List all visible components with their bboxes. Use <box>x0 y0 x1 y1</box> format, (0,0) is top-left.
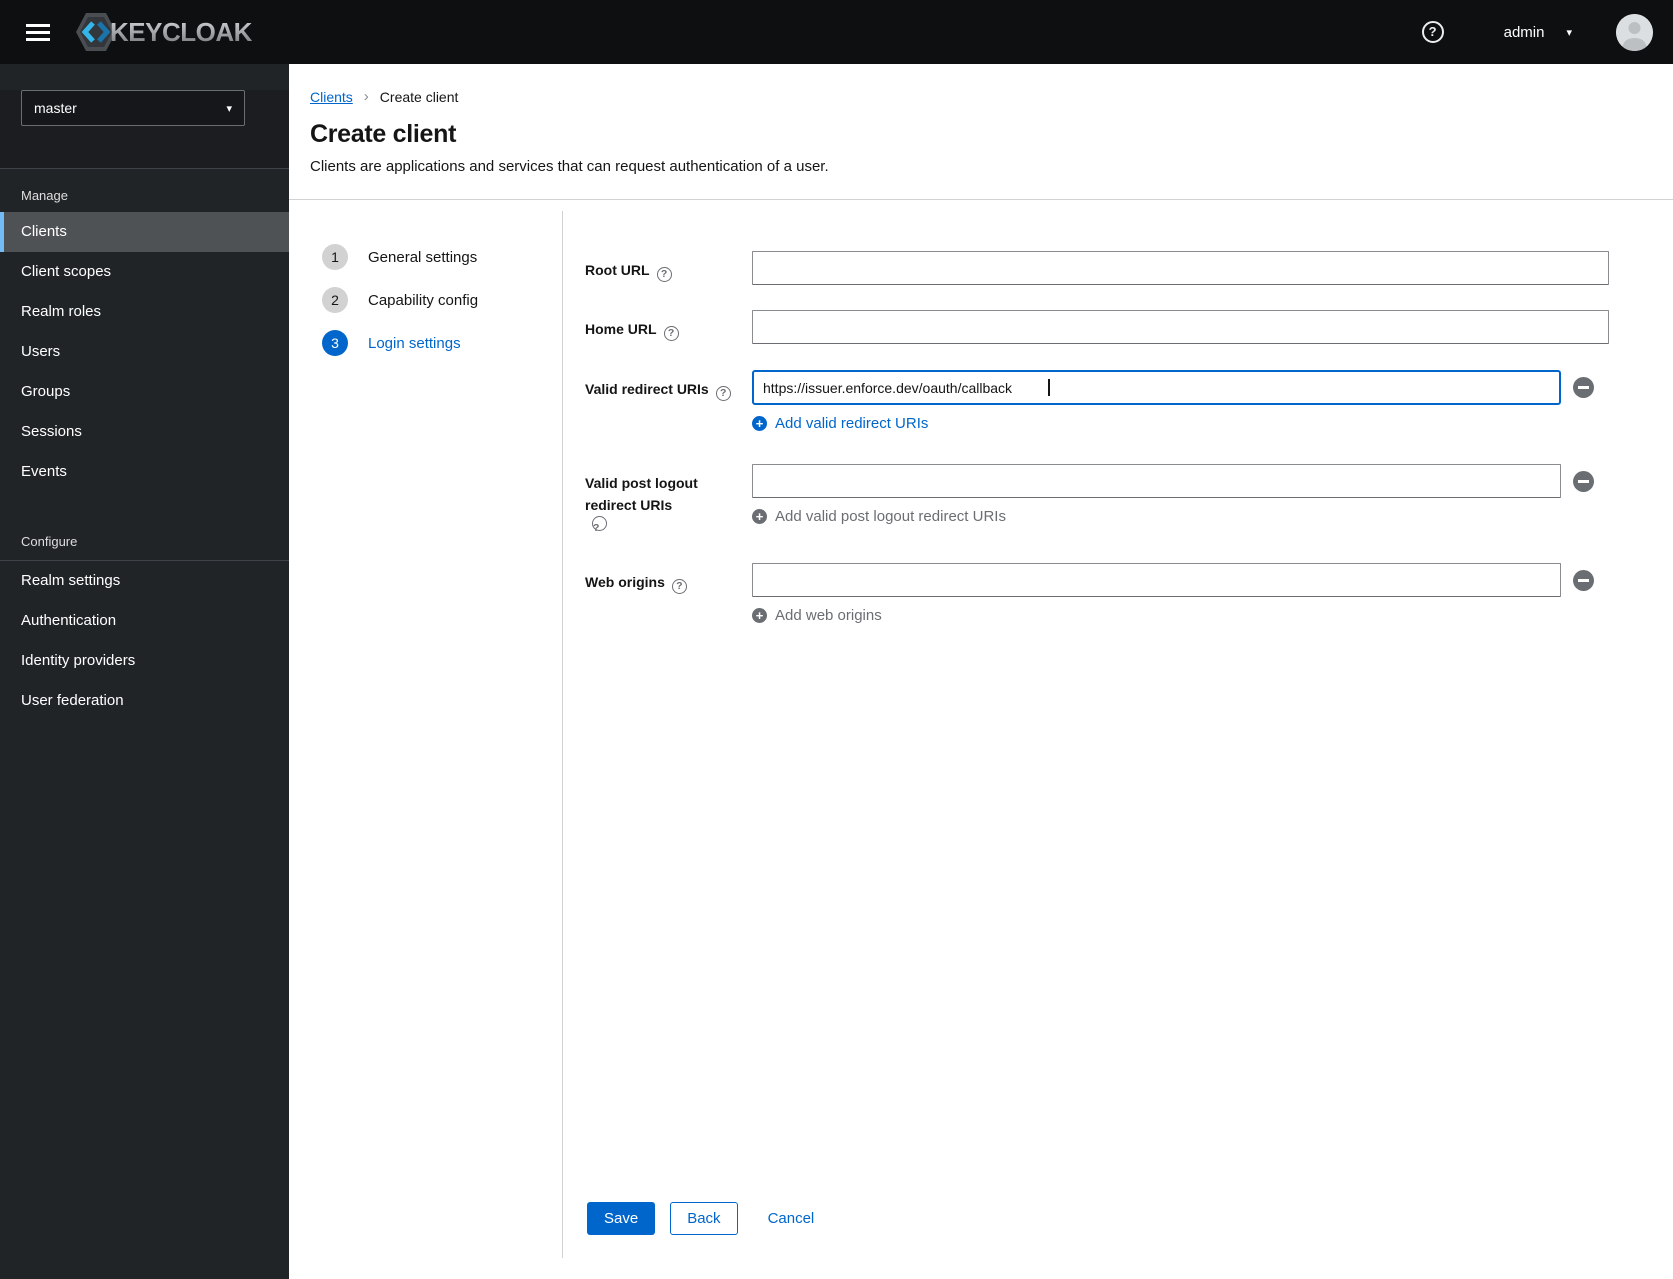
user-menu[interactable]: admin ▾ <box>1504 24 1572 41</box>
page-title: Create client <box>310 120 457 148</box>
remove-post-logout-uri-button[interactable] <box>1573 471 1594 492</box>
chevron-down-icon: ▾ <box>1566 26 1572 39</box>
sidebar-item-groups[interactable]: Groups <box>0 372 289 412</box>
step-label: Login settings <box>368 334 461 352</box>
plus-circle-icon: + <box>752 509 767 524</box>
sidebar-item-sessions[interactable]: Sessions <box>0 412 289 452</box>
realm-name: master <box>34 100 77 116</box>
save-button[interactable]: Save <box>587 1202 656 1235</box>
web-origins-row: Web origins? + Add web origins <box>585 563 1673 624</box>
step-number: 2 <box>322 287 348 313</box>
valid-post-logout-redirect-uris-row: Valid post logout redirect URIs? + Add v… <box>585 464 1673 534</box>
plus-circle-icon: + <box>752 608 767 623</box>
valid-redirect-uris-label: Valid redirect URIs? <box>585 370 752 432</box>
home-url-label: Home URL? <box>585 310 752 344</box>
help-icon[interactable]: ? <box>715 385 731 401</box>
remove-redirect-uri-button[interactable] <box>1573 377 1594 398</box>
user-silhouette-icon <box>1616 13 1653 51</box>
nav-section-configure: Configure <box>21 534 78 549</box>
keycloak-logo: KEYCLOAK <box>76 10 252 54</box>
root-url-input[interactable] <box>752 251 1609 285</box>
main-content: Clients › Create client Create client Cl… <box>289 64 1673 1279</box>
sidebar-nav: Manage Clients Client scopes Realm roles… <box>0 188 289 721</box>
back-button[interactable]: Back <box>670 1202 738 1235</box>
root-url-label: Root URL? <box>585 251 752 285</box>
sidebar: master ▾ Manage Clients Client scopes Re… <box>0 64 289 1279</box>
breadcrumb-current: Create client <box>379 88 459 105</box>
remove-web-origin-button[interactable] <box>1573 570 1594 591</box>
realm-selector[interactable]: master ▾ <box>21 90 245 126</box>
masthead: KEYCLOAK ? admin ▾ <box>0 0 1673 64</box>
step-label: Capability config <box>368 291 479 309</box>
wizard-step-general-settings[interactable]: 1 General settings <box>322 244 562 270</box>
sidebar-item-identity-providers[interactable]: Identity providers <box>0 641 289 681</box>
help-icon[interactable]: ? <box>671 578 687 594</box>
page-header: Clients › Create client Create client Cl… <box>289 64 1673 200</box>
brand-text: KEYCLOAK <box>110 16 252 47</box>
add-valid-post-logout-redirect-uris-button[interactable]: + Add valid post logout redirect URIs <box>752 508 1006 525</box>
home-url-input[interactable] <box>752 310 1609 344</box>
sidebar-item-clients[interactable]: Clients <box>0 212 289 252</box>
step-label: General settings <box>368 248 478 266</box>
sidebar-item-events[interactable]: Events <box>0 452 289 492</box>
breadcrumb-separator-icon: › <box>363 88 369 105</box>
wizard-step-login-settings[interactable]: 3 Login settings <box>322 330 562 356</box>
web-origins-label: Web origins? <box>585 563 752 624</box>
username: admin <box>1503 23 1545 41</box>
wizard-step-capability-config[interactable]: 2 Capability config <box>322 287 562 313</box>
step-number: 1 <box>322 244 348 270</box>
breadcrumb: Clients › Create client <box>310 88 1673 105</box>
breadcrumb-link-clients[interactable]: Clients <box>310 89 353 105</box>
step-number: 3 <box>322 330 348 356</box>
hamburger-menu-icon[interactable] <box>22 20 54 45</box>
sidebar-realm-area: master ▾ <box>0 90 289 169</box>
sidebar-item-users[interactable]: Users <box>0 332 289 372</box>
sidebar-item-authentication[interactable]: Authentication <box>0 601 289 641</box>
sidebar-item-realm-roles[interactable]: Realm roles <box>0 292 289 332</box>
home-url-row: Home URL? <box>585 310 1673 344</box>
valid-redirect-uris-row: Valid redirect URIs? + Add valid redirec… <box>585 370 1673 432</box>
plus-circle-icon: + <box>752 416 767 431</box>
valid-post-logout-redirect-uris-input[interactable] <box>752 464 1561 498</box>
masthead-right: ? admin ▾ <box>1421 13 1673 51</box>
web-origins-input[interactable] <box>752 563 1561 597</box>
avatar[interactable] <box>1616 13 1653 51</box>
valid-post-logout-redirect-uris-label: Valid post logout redirect URIs? <box>585 475 698 534</box>
add-valid-redirect-uris-button[interactable]: + Add valid redirect URIs <box>752 415 928 432</box>
cancel-button[interactable]: Cancel <box>768 1210 815 1227</box>
wizard-nav: 1 General settings 2 Capability config 3… <box>289 211 563 1258</box>
sidebar-item-user-federation[interactable]: User federation <box>0 681 289 721</box>
nav-section-manage: Manage <box>21 188 68 203</box>
help-icon[interactable]: ? <box>663 325 679 341</box>
help-icon[interactable]: ? <box>592 516 607 534</box>
form-actions: Save Back Cancel <box>587 1202 814 1235</box>
sidebar-item-realm-settings[interactable]: Realm settings <box>0 561 289 601</box>
help-icon[interactable]: ? <box>656 266 672 282</box>
help-icon[interactable]: ? <box>1421 21 1444 43</box>
root-url-row: Root URL? <box>585 251 1673 285</box>
valid-redirect-uris-input[interactable] <box>752 370 1561 405</box>
sidebar-item-client-scopes[interactable]: Client scopes <box>0 252 289 292</box>
add-web-origins-button[interactable]: + Add web origins <box>752 607 882 624</box>
chevron-down-icon: ▾ <box>226 102 232 115</box>
text-cursor <box>1048 379 1050 396</box>
login-settings-form: Root URL? Home URL? Valid redirect URIs? <box>563 200 1673 1279</box>
page-subtitle: Clients are applications and services th… <box>310 158 829 175</box>
